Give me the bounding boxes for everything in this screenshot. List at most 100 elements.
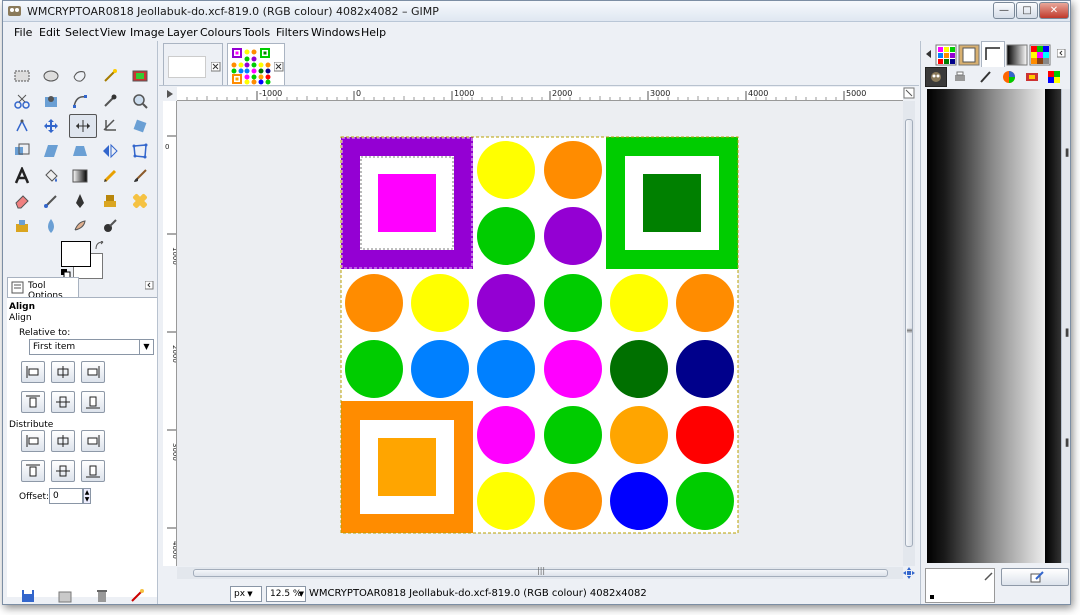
device-status-icon[interactable] xyxy=(1025,70,1039,84)
image-tab-active[interactable] xyxy=(227,43,285,85)
tab-brushes[interactable] xyxy=(958,44,980,66)
menu-colours[interactable]: Colours xyxy=(200,26,241,39)
move-tool-icon[interactable] xyxy=(40,115,62,137)
close-icon[interactable] xyxy=(211,62,221,72)
image-tab-blank[interactable] xyxy=(163,43,223,85)
distribute-center-button[interactable] xyxy=(51,430,75,452)
paintbrush-tool-icon[interactable] xyxy=(129,165,151,187)
printer-icon[interactable] xyxy=(953,70,967,84)
menu-file[interactable]: File xyxy=(14,26,32,39)
distribute-middle-button[interactable] xyxy=(51,460,75,482)
align-right-button[interactable] xyxy=(81,361,105,383)
relative-to-select[interactable]: First item ▼ xyxy=(29,339,154,355)
blur-sharpen-tool-icon[interactable] xyxy=(40,215,62,237)
distribute-top-button[interactable] xyxy=(21,460,45,482)
menu-tools[interactable]: Tools xyxy=(243,26,270,39)
zoom-tool-icon[interactable] xyxy=(129,90,151,112)
tab-gradients[interactable] xyxy=(1006,44,1028,66)
delete-options-icon[interactable] xyxy=(95,589,109,603)
align-center-button[interactable] xyxy=(51,361,75,383)
menu-select[interactable]: Select xyxy=(65,26,99,39)
distribute-bottom-button[interactable] xyxy=(81,460,105,482)
ellipse-select-tool-icon[interactable] xyxy=(40,65,62,87)
menu-edit[interactable]: Edit xyxy=(39,26,60,39)
image-canvas[interactable] xyxy=(177,101,903,566)
menu-view[interactable]: View xyxy=(100,26,126,39)
color-wheel-icon[interactable] xyxy=(1002,70,1016,84)
vertical-ruler[interactable]: 0 1000 2000 3000 4000 xyxy=(163,101,177,566)
dodge-burn-tool-icon[interactable] xyxy=(99,215,121,237)
tab-palettes[interactable] xyxy=(1029,44,1051,66)
save-options-icon[interactable] xyxy=(21,589,35,603)
heal-tool-icon[interactable] xyxy=(129,190,151,212)
clone-tool-icon[interactable] xyxy=(99,190,121,212)
ink-tool-icon[interactable] xyxy=(69,190,91,212)
tab-patterns[interactable] xyxy=(935,44,957,66)
reset-options-icon[interactable] xyxy=(130,589,144,603)
tab-layers[interactable] xyxy=(925,67,947,87)
align-middle-button[interactable] xyxy=(51,391,75,413)
maximize-button[interactable]: □ xyxy=(1016,2,1038,19)
measure-tool-icon[interactable] xyxy=(11,115,33,137)
pencil-tool-icon[interactable] xyxy=(99,165,121,187)
shear-tool-icon[interactable] xyxy=(40,140,62,162)
text-tool-icon[interactable] xyxy=(11,165,33,187)
menu-layer[interactable]: Layer xyxy=(167,26,198,39)
unit-select[interactable]: px ▼ xyxy=(230,586,262,602)
fg-bg-color-selector[interactable] xyxy=(61,241,105,281)
navigate-icon[interactable] xyxy=(903,567,915,579)
menu-filters[interactable]: Filters xyxy=(276,26,309,39)
vertical-scrollbar[interactable]: ≡ xyxy=(903,101,915,566)
close-icon[interactable] xyxy=(274,62,284,72)
tab-menu-icon[interactable] xyxy=(924,49,934,59)
horizontal-ruler[interactable]: -1000 0 1000 2000 3000 4000 5000 xyxy=(177,87,903,101)
paths-tool-icon[interactable] xyxy=(69,90,91,112)
color-picker-tool-icon[interactable] xyxy=(99,90,121,112)
scale-tool-icon[interactable] xyxy=(11,140,33,162)
rotate-tool-icon[interactable] xyxy=(129,115,151,137)
paintbrush-icon[interactable] xyxy=(978,70,992,84)
fuzzy-select-tool-icon[interactable] xyxy=(99,65,121,87)
align-top-button[interactable] xyxy=(21,391,45,413)
colour-palette-icon[interactable] xyxy=(1047,70,1061,84)
rect-select-tool-icon[interactable] xyxy=(11,65,33,87)
tab-paths[interactable] xyxy=(981,41,1005,67)
restore-options-icon[interactable] xyxy=(58,589,72,603)
menu-help[interactable]: Help xyxy=(361,26,386,39)
zoom-image-button[interactable] xyxy=(903,87,915,101)
cage-transform-tool-icon[interactable] xyxy=(129,140,151,162)
align-bottom-button[interactable] xyxy=(81,391,105,413)
offset-spinner[interactable]: ▲ ▼ xyxy=(83,488,91,504)
foreground-color-swatch[interactable] xyxy=(61,241,91,267)
gradient-preview[interactable] xyxy=(927,89,1045,563)
perspective-tool-icon[interactable] xyxy=(69,140,91,162)
select-by-color-tool-icon[interactable] xyxy=(129,65,151,87)
canvas-area[interactable] xyxy=(177,101,903,566)
quick-mask-icon[interactable] xyxy=(163,87,177,101)
bucket-fill-tool-icon[interactable] xyxy=(40,165,62,187)
crop-tool-icon[interactable] xyxy=(99,115,121,137)
airbrush-tool-icon[interactable] xyxy=(40,190,62,212)
minimize-button[interactable]: — xyxy=(993,2,1015,19)
dock-scrollbar[interactable]: ▐ ▐ ▐ xyxy=(1061,89,1070,563)
align-left-button[interactable] xyxy=(21,361,45,383)
menu-windows[interactable]: Windows xyxy=(311,26,360,39)
smudge-tool-icon[interactable] xyxy=(69,215,91,237)
open-brush-editor-button[interactable] xyxy=(1001,568,1069,586)
configure-tab-icon[interactable] xyxy=(1057,49,1067,59)
distribute-left-button[interactable] xyxy=(21,430,45,452)
configure-tab-icon[interactable] xyxy=(145,281,154,290)
brush-preview-box[interactable] xyxy=(925,568,995,603)
tab-tool-options[interactable]: Tool Options xyxy=(7,277,79,301)
align-tool-icon[interactable] xyxy=(69,114,97,138)
swap-colors-icon[interactable] xyxy=(95,241,105,251)
menu-image[interactable]: Image xyxy=(130,26,164,39)
offset-input[interactable]: 0 xyxy=(49,488,83,504)
blend-tool-icon[interactable] xyxy=(69,165,91,187)
close-window-button[interactable]: ✕ xyxy=(1039,2,1069,19)
zoom-select[interactable]: 12.5 % ▼ xyxy=(266,586,306,602)
brush-edit-icon[interactable] xyxy=(984,571,994,581)
free-select-tool-icon[interactable] xyxy=(69,65,91,87)
flip-tool-icon[interactable] xyxy=(99,140,121,162)
perspective-clone-tool-icon[interactable] xyxy=(11,215,33,237)
